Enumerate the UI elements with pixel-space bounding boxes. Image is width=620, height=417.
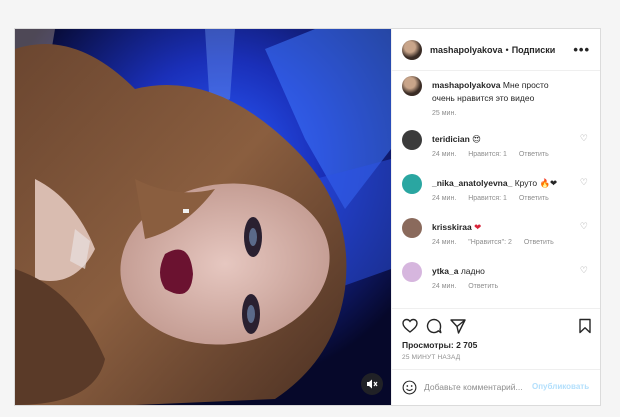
comment-item: teridician 😍 24 мин. Нравится: 1 Ответит… <box>402 130 590 166</box>
comment-username[interactable]: _nika_anatolyevna_ <box>432 178 512 188</box>
comment-reply[interactable]: Ответить <box>519 151 549 158</box>
caption-avatar[interactable] <box>402 76 422 96</box>
comment-avatar[interactable] <box>402 174 422 194</box>
comment-emoji: 🔥❤ <box>539 178 558 188</box>
caption-meta: 25 мин. <box>432 110 466 117</box>
comment-time[interactable]: 24 мин. <box>432 283 456 290</box>
caption-time[interactable]: 25 мин. <box>432 110 456 117</box>
comment-like-icon[interactable]: ♡ <box>580 221 588 232</box>
comment-username[interactable]: teridician <box>432 134 470 144</box>
comment-avatar[interactable] <box>402 130 422 150</box>
comment-reply[interactable]: Ответить <box>468 283 498 290</box>
comment-meta: 24 мин. Ответить <box>432 283 508 290</box>
comment-text: Круто <box>514 178 538 188</box>
post-timestamp: 25 МИНУТ НАЗАД <box>402 354 461 361</box>
save-bookmark-icon[interactable] <box>577 318 593 334</box>
comment-likes[interactable]: Нравится: 1 <box>468 195 507 202</box>
comment-likes[interactable]: "Нравится": 2 <box>468 239 512 246</box>
comment-time[interactable]: 24 мин. <box>432 151 456 158</box>
video-frame <box>15 29 391 405</box>
comment-meta: 24 мин. Нравится: 1 Ответить <box>432 195 559 202</box>
mute-button[interactable] <box>361 373 383 395</box>
caption-item: mashapolyakova Мне просто очень нравится… <box>402 76 590 117</box>
comment-like-icon[interactable]: ♡ <box>580 133 588 144</box>
comment-like-icon[interactable]: ♡ <box>580 177 588 188</box>
video-player[interactable] <box>15 29 391 405</box>
add-comment-row: Опубликовать <box>392 369 600 405</box>
comment-username[interactable]: krisskiraa <box>432 222 472 232</box>
views-count[interactable]: Просмотры: 2 705 <box>402 340 477 350</box>
caption-username[interactable]: mashapolyakova <box>432 80 501 90</box>
comment-avatar[interactable] <box>402 262 422 282</box>
comment-reply[interactable]: Ответить <box>519 195 549 202</box>
emoji-smile-icon[interactable] <box>402 380 417 395</box>
comment-emoji: ❤ <box>474 222 482 232</box>
header-separator: • <box>505 44 509 55</box>
post-sidebar: mashapolyakova • Подписки ••• mashapolya… <box>391 29 600 405</box>
comment-body: _nika_anatolyevna_ Круто 🔥❤ <box>432 177 572 190</box>
author-username[interactable]: mashapolyakova <box>430 45 503 55</box>
comment-item: ytka_a ладно 24 мин. Ответить ♡ <box>402 262 590 298</box>
comment-like-icon[interactable]: ♡ <box>580 265 588 276</box>
follow-button[interactable]: Подписки <box>512 45 556 55</box>
comment-meta: 24 мин. Нравится: 1 Ответить <box>432 151 559 158</box>
comment-body: ytka_a ладно <box>432 265 572 278</box>
comment-text: ладно <box>460 266 485 276</box>
comment-likes[interactable]: Нравится: 1 <box>468 151 507 158</box>
comment-body: teridician 😍 <box>432 133 572 146</box>
publish-button[interactable]: Опубликовать <box>532 382 589 391</box>
post-actions <box>392 308 600 340</box>
comment-item: _nika_anatolyevna_ Круто 🔥❤ 24 мин. Нрав… <box>402 174 590 210</box>
comment-time[interactable]: 24 мин. <box>432 239 456 246</box>
comment-input[interactable] <box>424 379 528 395</box>
speaker-muted-icon <box>367 379 378 389</box>
comment-meta: 24 мин. "Нравится": 2 Ответить <box>432 239 564 246</box>
comment-reply[interactable]: Ответить <box>524 239 554 246</box>
caption-body: mashapolyakova Мне просто очень нравится… <box>432 79 572 105</box>
comment-time[interactable]: 24 мин. <box>432 195 456 202</box>
more-icon[interactable]: ••• <box>573 42 590 57</box>
comment-item: krisskiraa ❤ 24 мин. "Нравится": 2 Ответ… <box>402 218 590 254</box>
comment-bubble-icon[interactable] <box>426 318 442 334</box>
comment-username[interactable]: ytka_a <box>432 266 458 276</box>
comment-avatar[interactable] <box>402 218 422 238</box>
share-paper-plane-icon[interactable] <box>450 318 466 334</box>
post-header: mashapolyakova • Подписки ••• <box>392 29 600 71</box>
comment-body: krisskiraa ❤ <box>432 221 572 234</box>
post-card: mashapolyakova • Подписки ••• mashapolya… <box>14 28 601 406</box>
author-avatar[interactable] <box>402 39 422 60</box>
comment-emoji: 😍 <box>472 134 482 144</box>
comments-list[interactable]: mashapolyakova Мне просто очень нравится… <box>392 71 600 308</box>
like-heart-icon[interactable] <box>402 318 418 334</box>
